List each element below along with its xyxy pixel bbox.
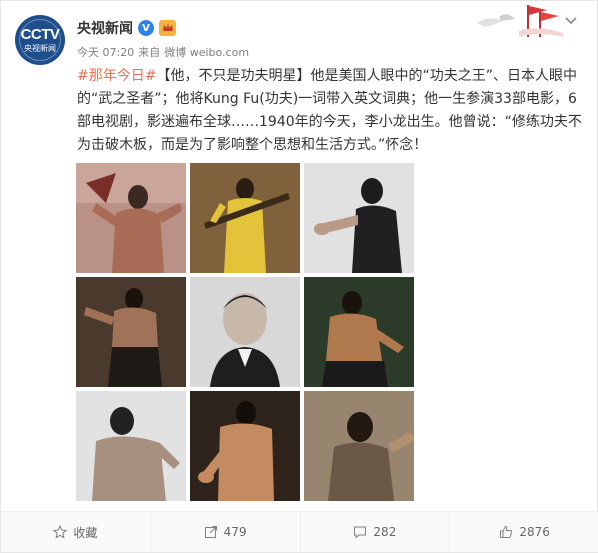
favorite-label: 收藏 <box>73 525 98 540</box>
favorite-button[interactable]: 收藏 <box>1 512 151 552</box>
post-source[interactable]: 微博 weibo.com <box>164 44 249 60</box>
like-count: 2876 <box>519 525 550 539</box>
post-time[interactable]: 今天 07:20 <box>77 44 134 60</box>
photo-thumbnail-5[interactable] <box>190 277 300 387</box>
chevron-down-icon[interactable] <box>563 12 579 28</box>
photo-thumbnail-4[interactable] <box>76 277 186 387</box>
thumbs-up-icon <box>500 525 513 538</box>
comment-button[interactable]: 282 <box>301 512 451 552</box>
repost-icon <box>204 526 217 538</box>
photo-thumbnail-3[interactable] <box>304 163 414 273</box>
user-name[interactable]: 央视新闻 <box>77 18 133 38</box>
repost-button[interactable]: 479 <box>151 512 301 552</box>
avatar-ring <box>19 19 61 61</box>
user-line: 央视新闻 V <box>77 17 176 39</box>
photo-thumbnail-1[interactable] <box>76 163 186 273</box>
crown-glyph <box>162 24 173 31</box>
repost-count: 479 <box>223 525 247 539</box>
verified-v-icon[interactable]: V <box>138 20 154 36</box>
photo-thumbnail-9[interactable] <box>304 391 414 501</box>
action-bar: 收藏 479 282 2876 <box>1 512 598 552</box>
festive-decoration-icon <box>477 5 563 37</box>
post-text: #那年今日#【他，不只是功夫明星】他是美国人眼中的“功夫之王”、日本人眼中的“武… <box>77 65 585 157</box>
from-label: 来自 <box>138 46 161 59</box>
like-button[interactable]: 2876 <box>450 512 598 552</box>
weibo-post-card: CCTV 央视新闻 央视新闻 V 今天 07:20 来自 微博 weibo.co… <box>0 0 598 553</box>
member-badge-icon[interactable] <box>159 20 176 36</box>
topic-link[interactable]: #那年今日# <box>77 68 156 84</box>
avatar[interactable]: CCTV 央视新闻 <box>15 15 65 65</box>
photo-thumbnail-8[interactable] <box>190 391 300 501</box>
photo-thumbnail-2[interactable] <box>190 163 300 273</box>
photo-thumbnail-6[interactable] <box>304 277 414 387</box>
comment-icon <box>354 526 367 539</box>
photo-grid <box>76 163 414 501</box>
comment-count: 282 <box>373 525 397 539</box>
photo-thumbnail-7[interactable] <box>76 391 186 501</box>
star-icon <box>53 525 68 539</box>
post-meta: 今天 07:20 来自 微博 weibo.com <box>77 44 249 60</box>
